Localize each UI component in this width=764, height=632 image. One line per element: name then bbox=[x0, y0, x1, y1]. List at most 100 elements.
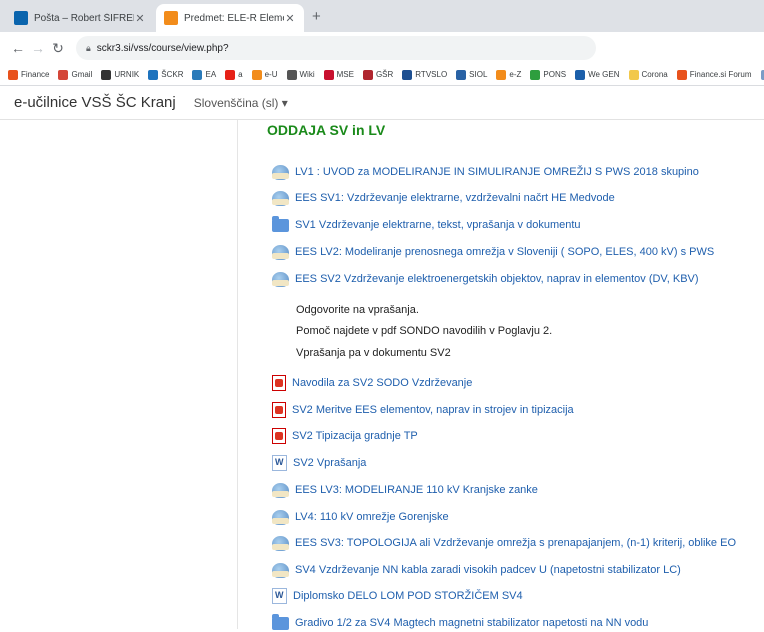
bookmark-item[interactable]: MSE bbox=[323, 69, 354, 80]
activity-item[interactable]: SV2 Meritve EES elementov, naprav in str… bbox=[272, 401, 574, 419]
activity-link[interactable]: EES SV1: Vzdrževanje elektrarne, vzdržev… bbox=[295, 192, 615, 204]
activity-link[interactable]: LV4: 110 kV omrežje Gorenjske bbox=[295, 511, 449, 523]
activity-link[interactable]: SV1 Vzdrževanje elektrarne, tekst, vpraš… bbox=[295, 219, 581, 231]
bookmark-item[interactable]: ŠCKR bbox=[148, 69, 183, 80]
bookmark-item[interactable]: Corona bbox=[628, 69, 668, 80]
activity-item[interactable]: Diplomsko DELO LOM POD STORŽIČEM SV4 bbox=[272, 587, 523, 605]
activity-item[interactable]: SV2 Tipizacija gradnje TP bbox=[272, 427, 418, 445]
bookmark-icon bbox=[760, 69, 764, 80]
activity-item[interactable]: SV4 Vzdrževanje NN kabla zaradi visokih … bbox=[272, 561, 681, 579]
activity-item[interactable]: Gradivo 1/2 za SV4 Magtech magnetni stab… bbox=[272, 613, 648, 632]
address-toolbar: ← → ↻ 🔒︎ sckr3.si/vss/course/view.php? bbox=[0, 32, 764, 64]
activity-link[interactable]: SV2 Meritve EES elementov, naprav in str… bbox=[292, 404, 574, 416]
reload-button[interactable]: ↻ bbox=[48, 40, 68, 57]
bookmark-item[interactable]: Wiki bbox=[286, 69, 315, 80]
bookmark-icon bbox=[192, 69, 203, 80]
section-description-line: Pomoč najdete v pdf SONDO navodilih v Po… bbox=[296, 325, 553, 337]
language-menu[interactable]: Slovenščina (sl) ▾ bbox=[194, 96, 288, 110]
bookmark-item[interactable]: a bbox=[225, 69, 243, 80]
close-tab-icon[interactable]: ✕ bbox=[284, 12, 296, 25]
left-panel bbox=[0, 120, 238, 629]
activity-item[interactable]: EES SV2 Vzdrževanje elektroenergetskih o… bbox=[272, 270, 699, 288]
url-resource-icon bbox=[272, 271, 289, 287]
tab-course[interactable]: Predmet: ELE-R Elementi elektroen ✕ bbox=[156, 4, 304, 32]
bookmark-icon bbox=[286, 69, 297, 80]
activity-link[interactable]: SV4 Vzdrževanje NN kabla zaradi visokih … bbox=[295, 564, 681, 576]
bookmark-icon bbox=[628, 69, 639, 80]
tab-title: Predmet: ELE-R Elementi elektroen bbox=[184, 12, 284, 24]
course-section: ODDAJA SV in LV LV1 : UVOD za MODELIRANJ… bbox=[238, 120, 764, 632]
bookmark-label: Wiki bbox=[299, 70, 315, 79]
bookmark-label: SIOL bbox=[469, 70, 488, 79]
bookmark-item[interactable]: URNIK bbox=[101, 69, 140, 80]
bookmark-label: Finance bbox=[21, 70, 50, 79]
bookmark-icon bbox=[58, 69, 69, 80]
tab-title: Pošta – Robert ŠIFRER – Outlook bbox=[34, 12, 134, 24]
bookmark-item[interactable]: Finance bbox=[8, 69, 50, 80]
activity-item[interactable]: SV2 Vprašanja bbox=[272, 454, 366, 472]
url-resource-icon bbox=[272, 190, 289, 206]
activity-item[interactable]: LV4: 110 kV omrežje Gorenjske bbox=[272, 508, 449, 526]
bookmark-item[interactable]: Finance.si Forum bbox=[676, 69, 752, 80]
bookmark-label: Finance.si Forum bbox=[689, 70, 752, 79]
activity-item[interactable]: EES SV1: Vzdrževanje elektrarne, vzdržev… bbox=[272, 189, 615, 207]
bookmark-icon bbox=[402, 69, 413, 80]
forward-button[interactable]: → bbox=[28, 40, 48, 56]
pdf-file-icon bbox=[272, 428, 286, 444]
activity-item[interactable]: Navodila za SV2 SODO Vzdrževanje bbox=[272, 374, 472, 392]
site-brand[interactable]: e-učilnice VSŠ ŠC Kranj bbox=[14, 94, 176, 111]
bookmark-item[interactable]: PONS bbox=[530, 69, 566, 80]
bookmark-label: GŠR bbox=[375, 70, 394, 79]
bookmark-item[interactable]: We GEN bbox=[575, 69, 620, 80]
activity-item[interactable]: SV1 Vzdrževanje elektrarne, tekst, vpraš… bbox=[272, 215, 581, 234]
bookmark-item[interactable]: GŠR bbox=[362, 69, 394, 80]
lock-icon: 🔒︎ bbox=[86, 42, 91, 53]
activity-item[interactable]: EES LV2: Modeliranje prenosnega omrežja … bbox=[272, 243, 714, 261]
activity-item[interactable]: EES SV3: TOPOLOGIJA ali Vzdrževanje omre… bbox=[272, 534, 736, 552]
pdf-file-icon bbox=[272, 402, 286, 418]
activity-link[interactable]: Diplomsko DELO LOM POD STORŽIČEM SV4 bbox=[293, 590, 523, 602]
activity-item[interactable]: EES LV3: MODELIRANJE 110 kV Kranjske zan… bbox=[272, 481, 538, 499]
bookmark-label: URNIK bbox=[114, 70, 140, 79]
bookmark-icon bbox=[148, 69, 159, 80]
word-file-icon bbox=[272, 455, 287, 471]
tab-outlook[interactable]: Pošta – Robert ŠIFRER – Outlook ✕ bbox=[6, 4, 154, 32]
activity-link[interactable]: Navodila za SV2 SODO Vzdrževanje bbox=[292, 377, 472, 389]
bookmark-item[interactable]: EA bbox=[192, 69, 216, 80]
bookmark-item[interactable]: SIOL bbox=[456, 69, 488, 80]
activity-link[interactable]: Gradivo 1/2 za SV4 Magtech magnetni stab… bbox=[295, 617, 648, 629]
url-resource-icon bbox=[272, 482, 289, 498]
folder-icon bbox=[272, 613, 289, 630]
activity-link[interactable]: EES LV2: Modeliranje prenosnega omrežja … bbox=[295, 246, 714, 258]
activity-link[interactable]: EES LV3: MODELIRANJE 110 kV Kranjske zan… bbox=[295, 484, 538, 496]
back-button[interactable]: ← bbox=[8, 40, 28, 56]
word-file-icon bbox=[272, 588, 287, 604]
bookmark-item[interactable]: DPV bbox=[760, 69, 764, 80]
activity-link[interactable]: EES SV2 Vzdrževanje elektroenergetskih o… bbox=[295, 273, 699, 285]
activity-link[interactable]: EES SV3: TOPOLOGIJA ali Vzdrževanje omre… bbox=[295, 537, 736, 549]
bookmark-item[interactable]: e-U bbox=[251, 69, 278, 80]
new-tab-button[interactable]: + bbox=[312, 8, 321, 25]
bookmark-icon bbox=[101, 69, 112, 80]
bookmark-icon bbox=[575, 69, 586, 80]
bookmark-item[interactable]: e-Z bbox=[496, 69, 522, 80]
url-resource-icon bbox=[272, 164, 289, 180]
bookmark-label: e-Z bbox=[509, 70, 522, 79]
activity-item[interactable]: LV1 : UVOD za MODELIRANJE IN SIMULIRANJE… bbox=[272, 163, 699, 181]
activity-link[interactable]: LV1 : UVOD za MODELIRANJE IN SIMULIRANJE… bbox=[295, 166, 699, 178]
bookmark-icon bbox=[251, 69, 262, 80]
activity-link[interactable]: SV2 Tipizacija gradnje TP bbox=[292, 430, 418, 442]
bookmark-icon bbox=[8, 69, 18, 80]
bookmarks-bar: Finance Gmail URNIK ŠCKR EA a e-U Wiki MSE GŠR RTV… bbox=[0, 64, 764, 86]
outlook-icon bbox=[14, 11, 28, 25]
bookmark-icon bbox=[676, 69, 687, 80]
activity-link[interactable]: SV2 Vprašanja bbox=[293, 457, 366, 469]
bookmark-label: We GEN bbox=[588, 70, 620, 79]
bookmark-icon bbox=[225, 69, 236, 80]
section-description-line: Odgovorite na vprašanja. bbox=[296, 304, 419, 316]
close-tab-icon[interactable]: ✕ bbox=[134, 12, 146, 25]
url-bar[interactable]: 🔒︎ sckr3.si/vss/course/view.php? bbox=[76, 36, 596, 60]
bookmark-item[interactable]: Gmail bbox=[58, 69, 92, 80]
bookmark-icon bbox=[323, 69, 334, 80]
bookmark-item[interactable]: RTVSLO bbox=[402, 69, 447, 80]
